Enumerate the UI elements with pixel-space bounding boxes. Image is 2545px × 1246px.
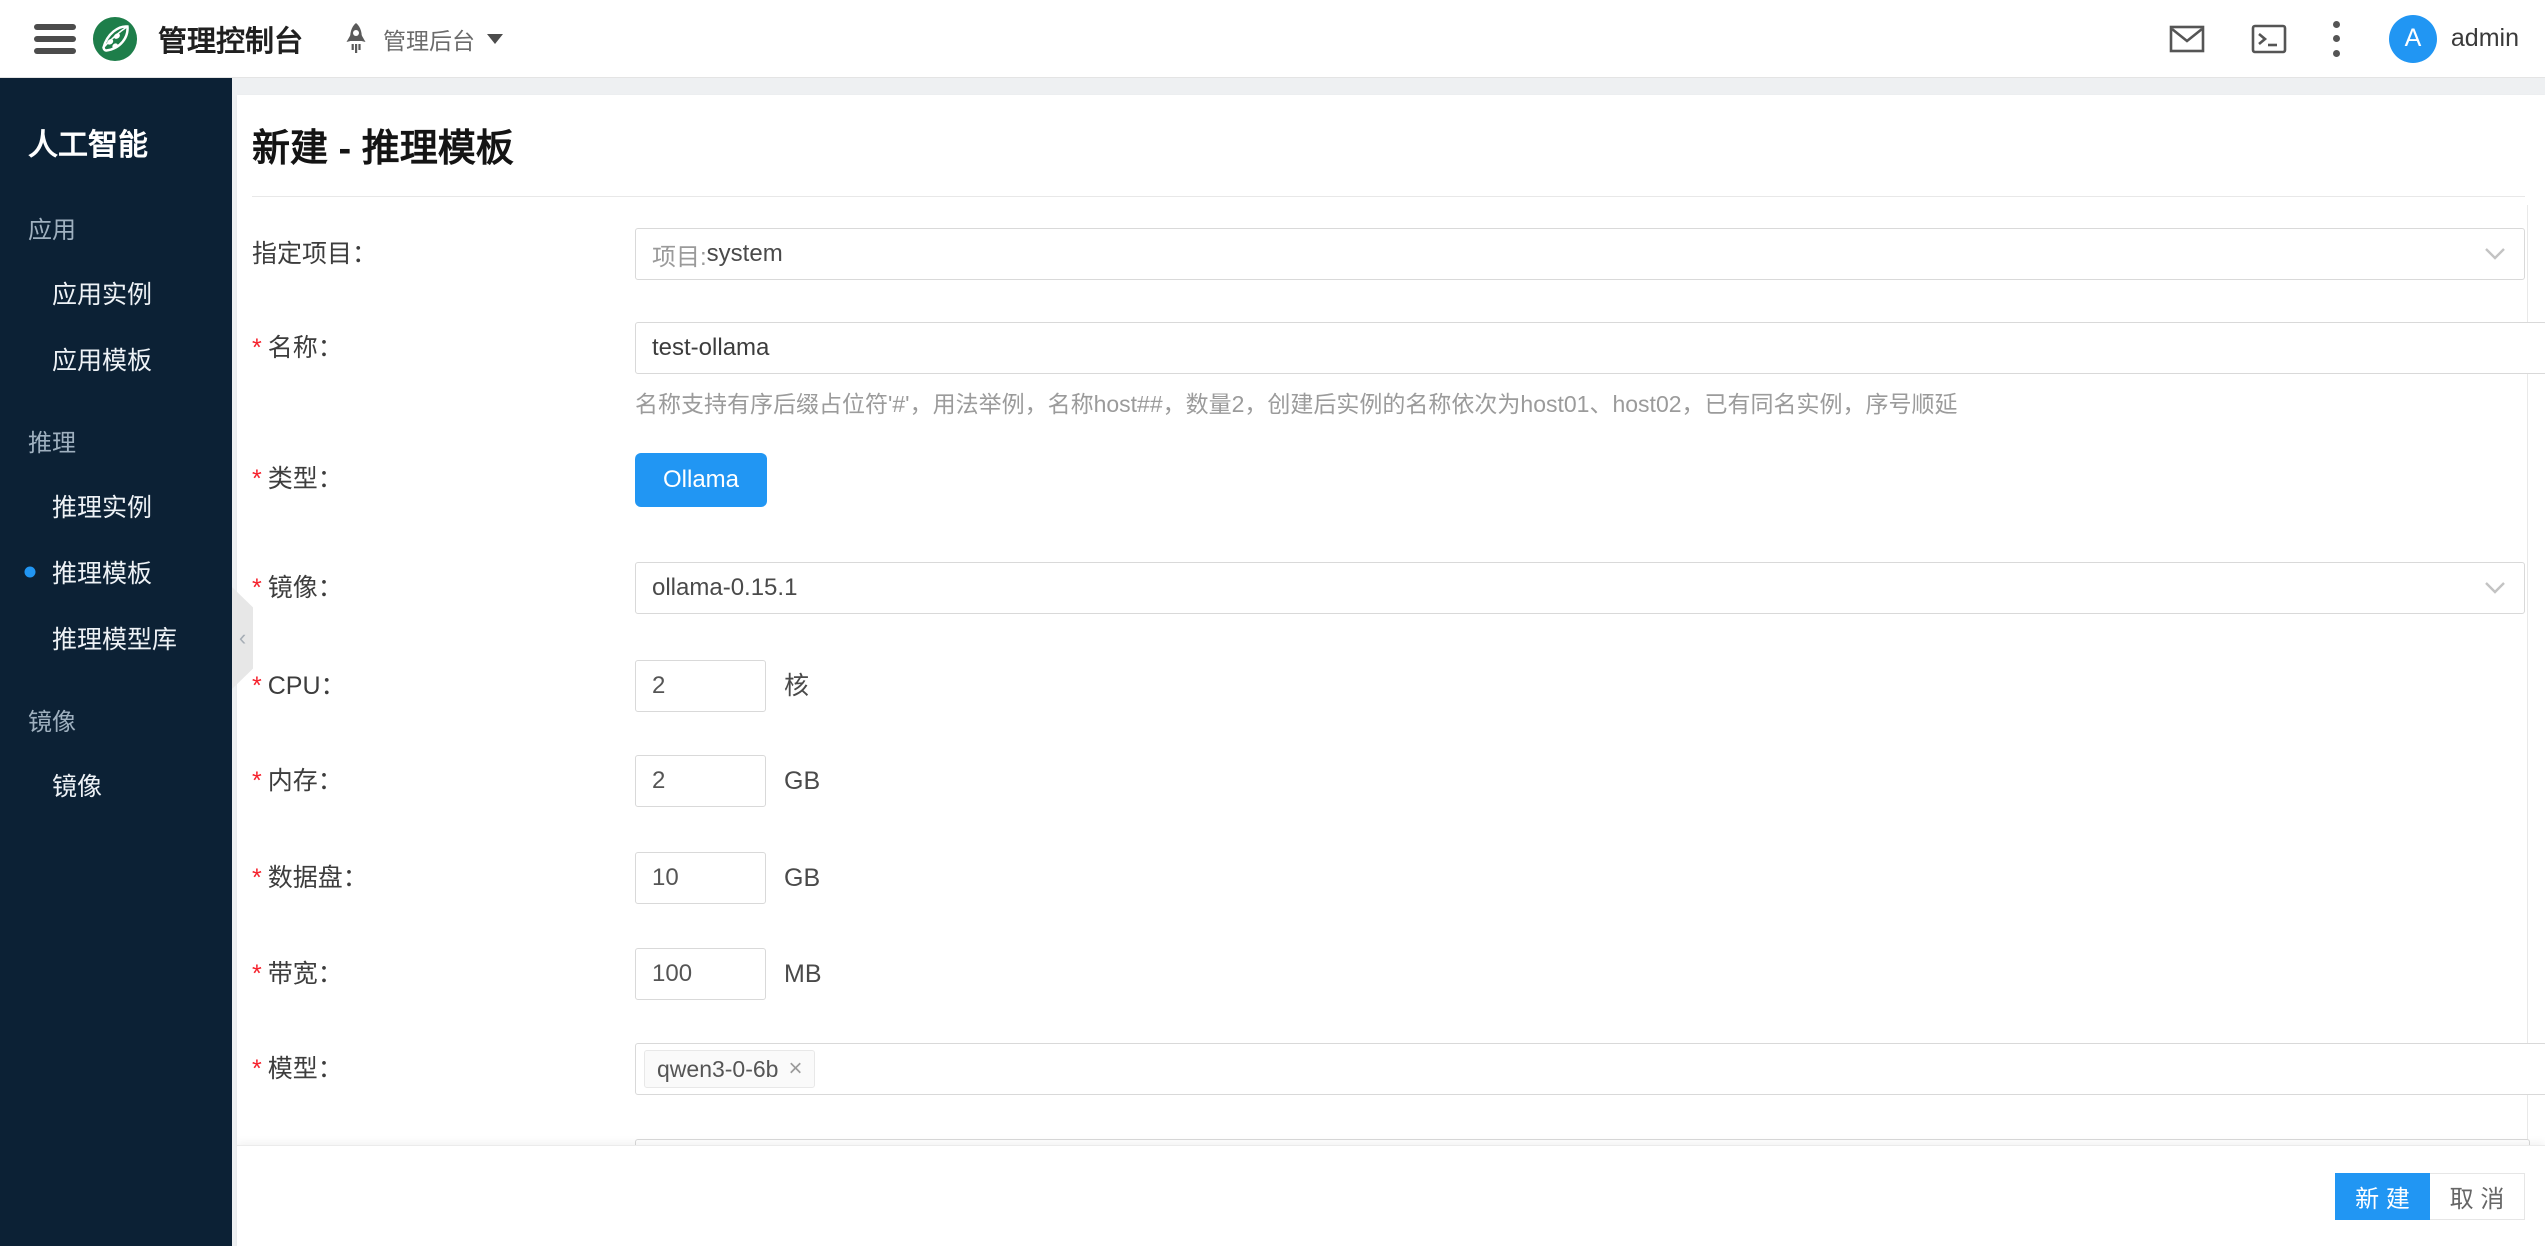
name-input[interactable]: [635, 322, 2545, 374]
sidebar-group-images: 镜像: [28, 702, 232, 737]
active-dot-icon: [25, 567, 36, 578]
model-tag-text: qwen3-0-6b: [657, 1056, 778, 1083]
sidebar-item-app-instances[interactable]: 应用实例: [52, 275, 232, 311]
form-row-image: *镜像： ollama-0.15.1: [252, 562, 2545, 616]
required-marker: *: [252, 767, 262, 795]
image-select[interactable]: ollama-0.15.1: [635, 562, 2525, 614]
sidebar-item-images[interactable]: 镜像: [52, 767, 232, 803]
required-marker: *: [252, 864, 262, 892]
avatar[interactable]: A: [2389, 15, 2437, 63]
name-label: *名称：: [252, 322, 343, 374]
sidebar-item-inference-instances[interactable]: 推理实例: [52, 488, 232, 524]
terminal-icon[interactable]: [2251, 24, 2287, 54]
type-label: *类型：: [252, 453, 343, 505]
model-label: *模型：: [252, 1043, 343, 1095]
form-row-cpu: *CPU： 核: [252, 660, 2545, 714]
sidebar-item-app-templates[interactable]: 应用模板: [52, 341, 232, 377]
form-row-name-hint: 名称支持有序后缀占位符'#'，用法举例，名称host##，数量2，创建后实例的名…: [252, 388, 2545, 420]
project-label: 指定项目：: [252, 228, 377, 280]
cpu-unit: 核: [784, 660, 809, 712]
memory-unit: GB: [784, 755, 820, 807]
bandwidth-input[interactable]: [635, 948, 766, 1000]
form-row-name: *名称：: [252, 322, 2545, 376]
topbar: 管理控制台 管理后台 A admin: [0, 0, 2545, 78]
disk-label: *数据盘：: [252, 852, 368, 904]
mail-icon[interactable]: [2169, 24, 2205, 54]
required-marker: *: [252, 672, 262, 700]
title-divider: [252, 196, 2525, 197]
chevron-down-icon: [2484, 581, 2506, 595]
cancel-button[interactable]: 取 消: [2430, 1173, 2525, 1220]
required-marker: *: [252, 1055, 262, 1083]
brand-logo-icon: [92, 16, 138, 62]
required-marker: *: [252, 465, 262, 493]
create-button[interactable]: 新 建: [2335, 1173, 2430, 1220]
memory-label: *内存：: [252, 755, 343, 807]
sidebar-group-inference: 推理: [28, 423, 232, 458]
form-card: 新建 - 推理模板 指定项目： 项目: system: [237, 95, 2545, 1246]
name-hint: 名称支持有序后缀占位符'#'，用法举例，名称host##，数量2，创建后实例的名…: [635, 388, 1958, 420]
form-scroll-area: 新建 - 推理模板 指定项目： 项目: system: [237, 95, 2545, 1145]
chevron-left-icon: ‹: [239, 627, 246, 649]
project-select-value: system: [707, 240, 783, 268]
disk-unit: GB: [784, 852, 820, 904]
kebab-menu-icon[interactable]: [2333, 21, 2341, 57]
required-marker: *: [252, 960, 262, 988]
sidebar-item-inference-templates[interactable]: 推理模板: [52, 554, 232, 590]
type-option-ollama[interactable]: Ollama: [635, 453, 767, 507]
rocket-icon: [341, 22, 371, 56]
form-row-project: 指定项目： 项目: system: [252, 228, 2545, 282]
form-row-memory: *内存： GB: [252, 755, 2545, 809]
required-marker: *: [252, 334, 262, 362]
form-row-model: *模型： qwen3-0-6b ×: [252, 1043, 2545, 1097]
bandwidth-unit: MB: [784, 948, 822, 1000]
bandwidth-label: *带宽：: [252, 948, 343, 1000]
form-row-type: *类型： Ollama: [252, 453, 2545, 507]
sidebar-item-inference-model-library[interactable]: 推理模型库: [52, 620, 232, 656]
cpu-label: *CPU：: [252, 660, 346, 712]
close-icon[interactable]: ×: [788, 1055, 802, 1083]
cpu-input[interactable]: [635, 660, 766, 712]
app-window: 管理控制台 管理后台 A admin 人工智能 应用: [0, 0, 2545, 1246]
form-footer: 新 建 取 消: [237, 1145, 2545, 1246]
model-multiselect[interactable]: qwen3-0-6b ×: [635, 1043, 2545, 1095]
disk-input[interactable]: [635, 852, 766, 904]
memory-input[interactable]: [635, 755, 766, 807]
model-tag: qwen3-0-6b ×: [644, 1050, 815, 1088]
workspace-selector[interactable]: 管理后台: [383, 22, 475, 56]
main-content: 新建 - 推理模板 指定项目： 项目: system: [232, 78, 2545, 1246]
chevron-down-icon: [2484, 247, 2506, 261]
sidebar-title: 人工智能: [28, 120, 232, 164]
username[interactable]: admin: [2451, 24, 2519, 53]
sidebar-group-apps: 应用: [28, 210, 232, 245]
menu-icon[interactable]: [34, 24, 76, 54]
product-title: 管理控制台: [158, 18, 303, 60]
image-select-value: ollama-0.15.1: [652, 574, 797, 602]
caret-down-icon[interactable]: [487, 34, 503, 44]
project-select[interactable]: 项目: system: [635, 228, 2525, 280]
image-label: *镜像：: [252, 562, 343, 614]
required-marker: *: [252, 574, 262, 602]
sidebar: 人工智能 应用 应用实例 应用模板 推理 推理实例 推理模板 推理模型库 镜像 …: [0, 78, 232, 1246]
form-row-bandwidth: *带宽： MB: [252, 948, 2545, 1002]
page-title: 新建 - 推理模板: [252, 117, 514, 172]
project-select-prefix: 项目:: [652, 237, 707, 272]
form-row-disk: *数据盘： GB: [252, 852, 2545, 906]
